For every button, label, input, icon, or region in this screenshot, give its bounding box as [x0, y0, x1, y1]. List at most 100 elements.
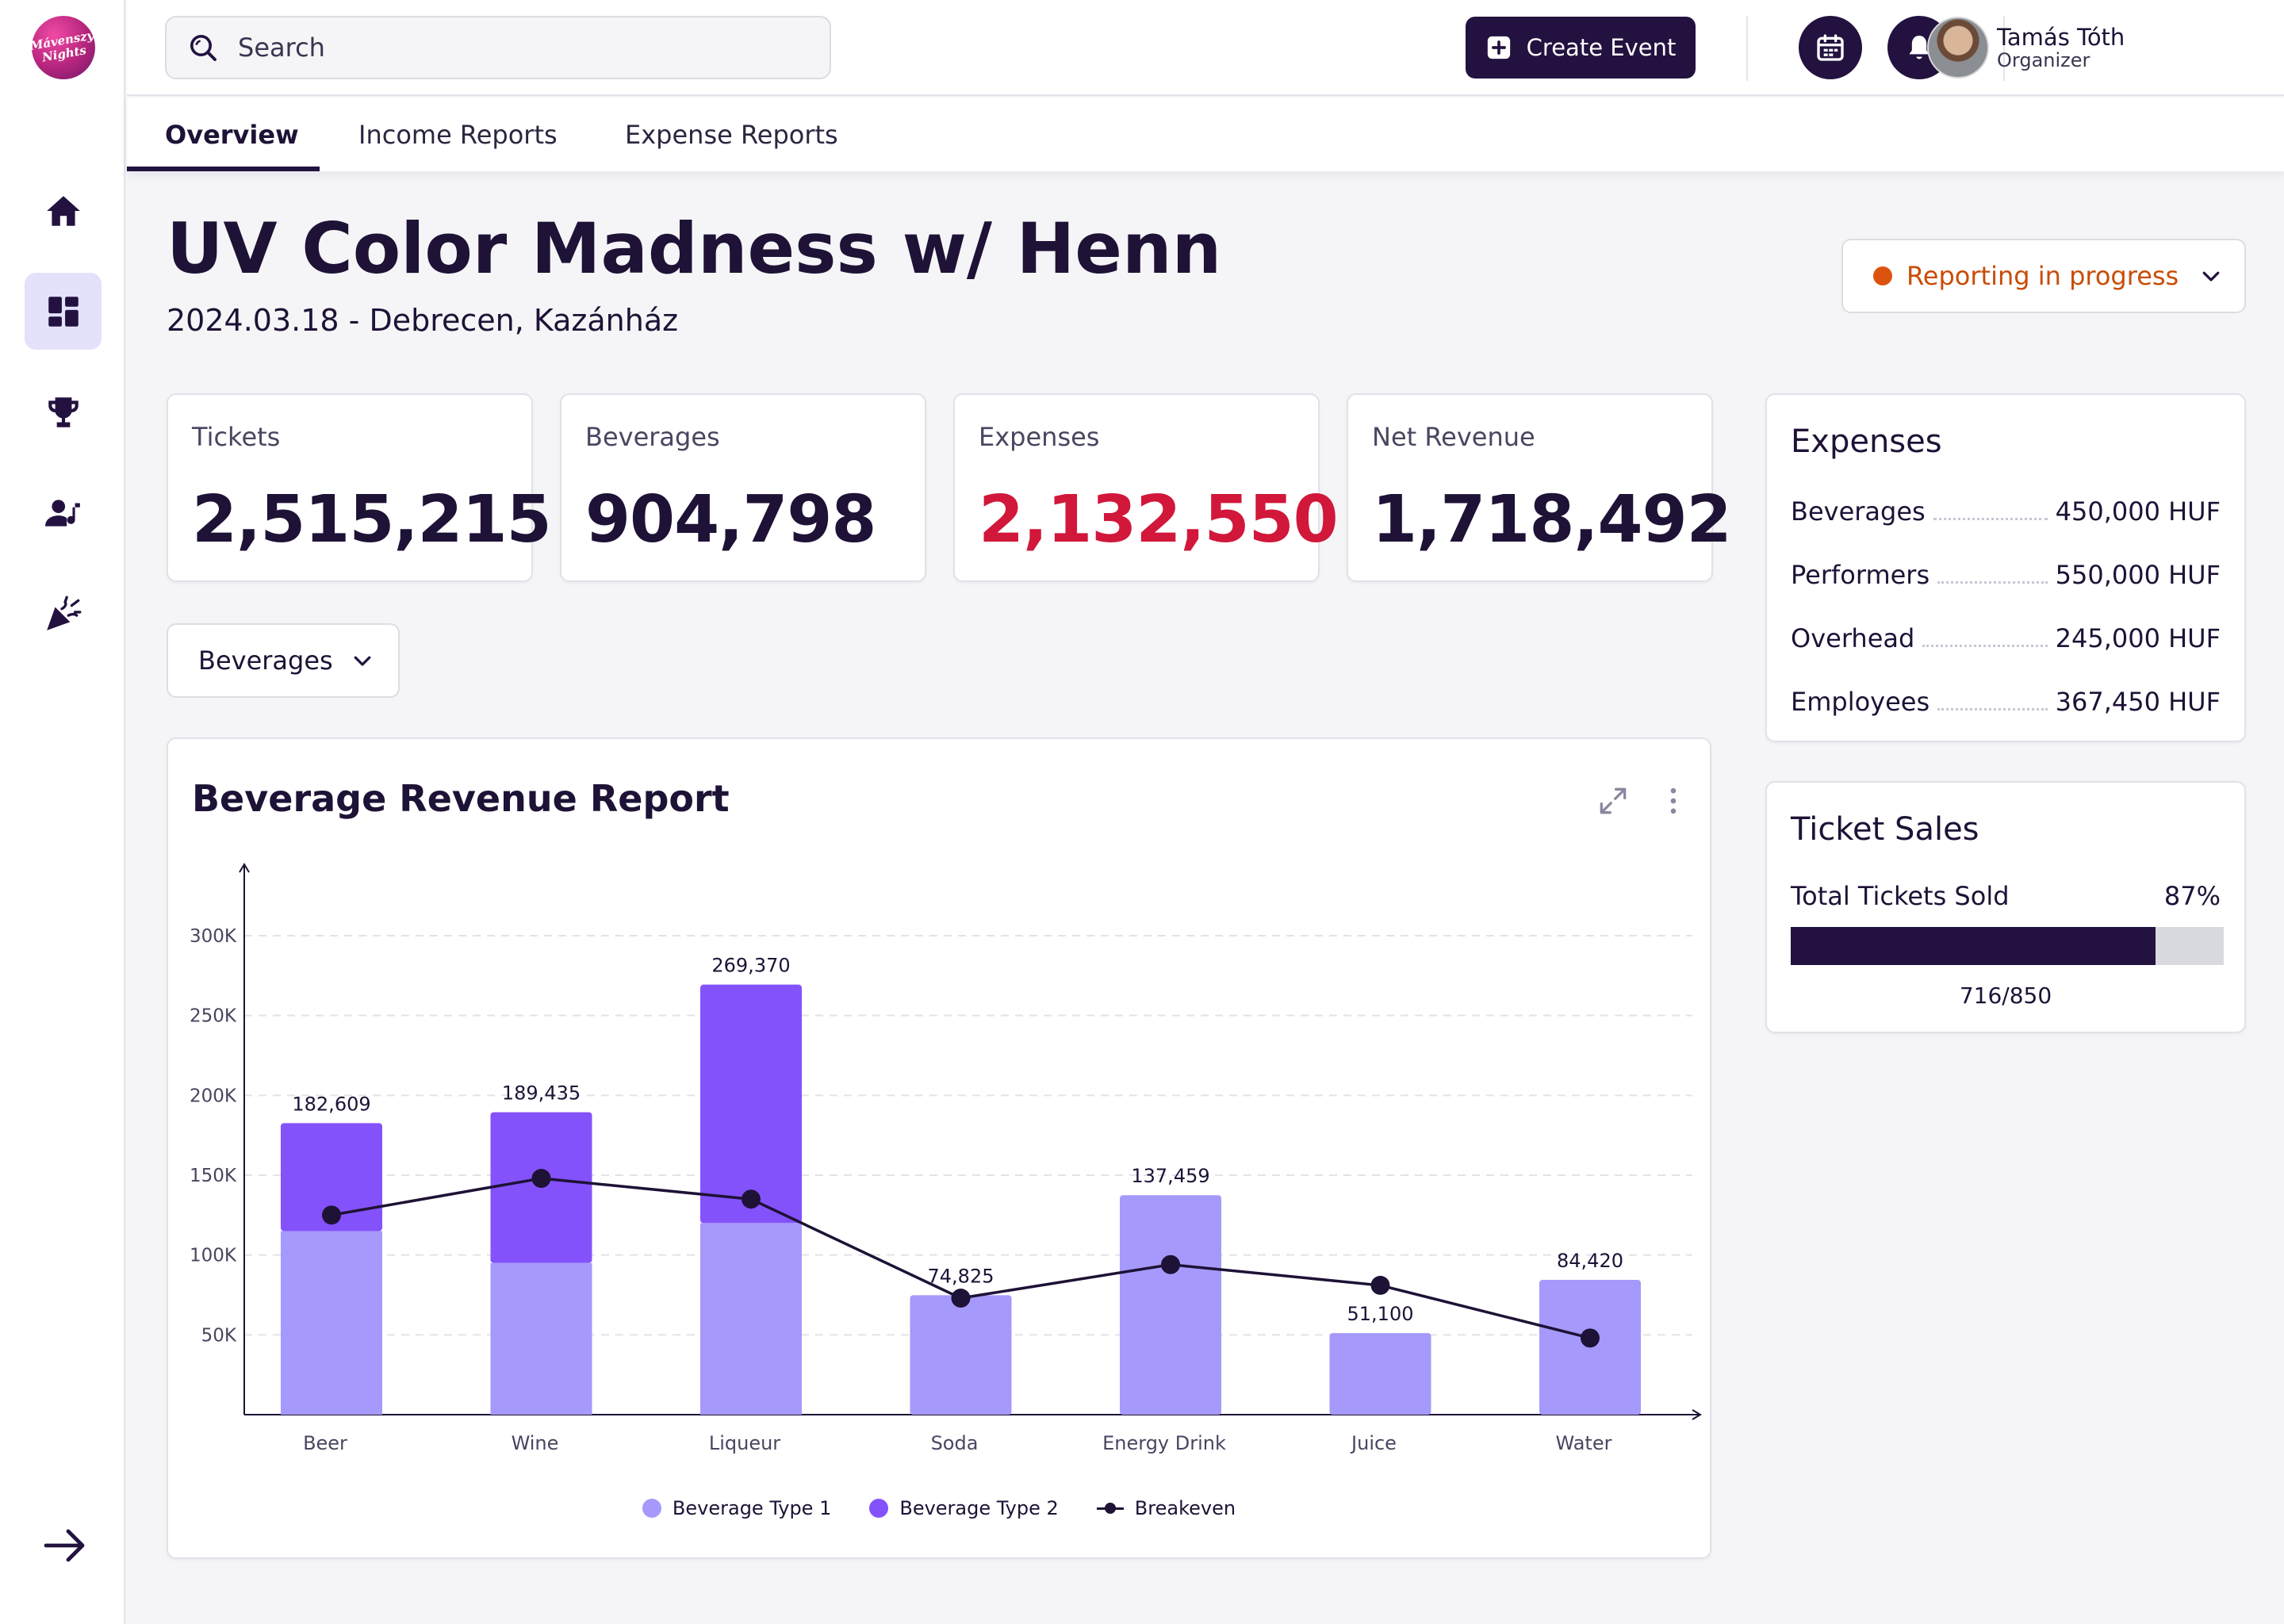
- status-dot-icon: [1873, 266, 1892, 285]
- performer-icon: [44, 499, 80, 527]
- top-bar: Search Create Event Tamás Tóth Organizer: [127, 0, 2284, 96]
- expand-icon[interactable]: [1596, 783, 1631, 818]
- category-dropdown-label: Beverages: [198, 645, 333, 676]
- stat-card-expenses: Expenses 2,132,550: [953, 393, 1339, 582]
- x-tick-label: Liqueur: [709, 1432, 780, 1454]
- sidebar-item-dashboard[interactable]: [25, 273, 102, 350]
- data-label: 137,459: [1131, 1165, 1209, 1187]
- breakeven-point: [742, 1189, 761, 1209]
- data-label: 189,435: [502, 1082, 581, 1105]
- sidebar: Mávenszy Nights: [0, 0, 125, 1624]
- expense-value: 367,450 HUF: [2055, 687, 2221, 717]
- bar-type-1: [1329, 1333, 1431, 1415]
- chart-title: Beverage Revenue Report: [192, 777, 730, 820]
- x-tick-label: Soda: [931, 1432, 979, 1454]
- tab-overview[interactable]: Overview: [165, 98, 299, 171]
- stat-value: 904,798: [585, 482, 876, 557]
- status-label: Reporting in progress: [1907, 261, 2179, 291]
- beverage-revenue-chart: 50K 100K 150K 200K 250K 300K 182,609 Beer 189,43…: [190, 863, 1702, 1454]
- legend-swatch: [869, 1499, 889, 1518]
- divider: [1746, 16, 1748, 81]
- bar-type-1: [1120, 1195, 1221, 1415]
- ticket-sales-card: Ticket Sales Total Tickets Sold 87% 716/…: [1765, 781, 2246, 1033]
- more-vertical-icon[interactable]: [1656, 783, 1691, 818]
- y-tick-label: 200K: [190, 1086, 237, 1106]
- stat-label: Tickets: [192, 422, 281, 452]
- trophy-icon: [48, 396, 79, 427]
- search-placeholder: Search: [238, 33, 325, 63]
- expense-row: Performers 550,000 HUF: [1791, 552, 2221, 590]
- sidebar-item-home[interactable]: [25, 172, 102, 249]
- expense-row: Overhead 245,000 HUF: [1791, 615, 2221, 653]
- expense-label: Overhead: [1791, 623, 1915, 653]
- search-input[interactable]: Search: [165, 16, 831, 79]
- legend-item[interactable]: Beverage Type 1: [642, 1497, 831, 1519]
- brand-logo-text: Mávenszy Nights: [29, 28, 98, 67]
- create-event-label: Create Event: [1526, 34, 1677, 61]
- data-label: 74,825: [928, 1265, 994, 1287]
- dot-leader: [1922, 645, 2048, 647]
- bar-type-1: [700, 1223, 802, 1415]
- expense-row: Beverages 450,000 HUF: [1791, 488, 2221, 527]
- breakeven-point: [1161, 1254, 1180, 1274]
- tickets-sold-label: Total Tickets Sold: [1791, 881, 2010, 911]
- stat-card-beverages: Beverages 904,798: [560, 393, 926, 582]
- page-title: UV Color Madness w/ Henn: [167, 208, 1222, 289]
- stat-card-net-revenue: Net Revenue 1,718,492: [1347, 393, 1732, 582]
- y-tick-label: 300K: [190, 926, 237, 947]
- stat-value: 2,132,550: [979, 482, 1339, 557]
- dot-leader: [1933, 518, 2048, 520]
- stat-label: Expenses: [979, 422, 1100, 452]
- x-tick-label: Juice: [1350, 1432, 1397, 1454]
- expense-value: 550,000 HUF: [2055, 560, 2221, 590]
- x-tick-label: Energy Drink: [1102, 1432, 1226, 1454]
- home-icon: [46, 195, 80, 226]
- legend-label: Breakeven: [1134, 1497, 1236, 1519]
- legend-item[interactable]: Breakeven: [1096, 1497, 1236, 1519]
- x-tick-label: Beer: [303, 1432, 347, 1454]
- y-tick-label: 100K: [190, 1246, 237, 1266]
- expenses-title: Expenses: [1791, 423, 1942, 460]
- sidebar-item-performers[interactable]: [25, 474, 102, 551]
- tab-income-reports[interactable]: Income Reports: [358, 98, 558, 171]
- stat-card-tickets: Tickets 2,515,215: [167, 393, 552, 582]
- tab-expense-reports[interactable]: Expense Reports: [625, 98, 838, 171]
- legend-swatch: [1096, 1500, 1124, 1516]
- avatar[interactable]: [1927, 17, 1989, 79]
- dot-leader: [1937, 708, 2048, 710]
- arrow-right-icon[interactable]: [43, 1526, 87, 1565]
- chevron-down-icon: [2202, 271, 2220, 282]
- data-label: 269,370: [711, 955, 790, 977]
- data-label: 182,609: [292, 1093, 370, 1115]
- expense-label: Performers: [1791, 560, 1930, 590]
- create-event-button[interactable]: Create Event: [1466, 17, 1696, 79]
- x-tick-label: Water: [1556, 1432, 1612, 1454]
- brand-logo[interactable]: Mávenszy Nights: [29, 16, 98, 79]
- category-dropdown[interactable]: Beverages: [167, 623, 400, 698]
- user-role: Organizer: [1997, 49, 2090, 71]
- tickets-progress-fill: [1791, 927, 2156, 965]
- breakeven-point: [1370, 1275, 1390, 1295]
- legend-label: Beverage Type 1: [672, 1497, 832, 1519]
- sidebar-item-awards[interactable]: [25, 373, 102, 450]
- y-tick-label: 50K: [201, 1325, 237, 1346]
- data-label: 84,420: [1557, 1250, 1623, 1272]
- sidebar-item-events[interactable]: [25, 575, 102, 652]
- legend-item[interactable]: Beverage Type 2: [869, 1497, 1059, 1519]
- calendar-button[interactable]: [1799, 16, 1862, 79]
- expense-value: 450,000 HUF: [2055, 496, 2221, 527]
- legend-label: Beverage Type 2: [899, 1497, 1059, 1519]
- ticket-sales-title: Ticket Sales: [1791, 811, 1979, 848]
- calendar-icon: [1817, 34, 1844, 61]
- expense-row: Employees 367,450 HUF: [1791, 679, 2221, 717]
- bar-type-2: [700, 984, 802, 1224]
- y-tick-label: 250K: [190, 1006, 237, 1027]
- status-dropdown[interactable]: Reporting in progress: [1841, 239, 2246, 313]
- active-tab-indicator: [127, 167, 320, 171]
- dot-leader: [1937, 581, 2048, 584]
- app-root: Mávenszy Nights Search Create Event Tamá…: [0, 0, 2284, 1624]
- user-name: Tamás Tóth: [1997, 24, 2125, 51]
- stat-value: 2,515,215: [192, 482, 552, 557]
- bar-type-1: [490, 1262, 592, 1415]
- breakeven-point: [951, 1289, 971, 1308]
